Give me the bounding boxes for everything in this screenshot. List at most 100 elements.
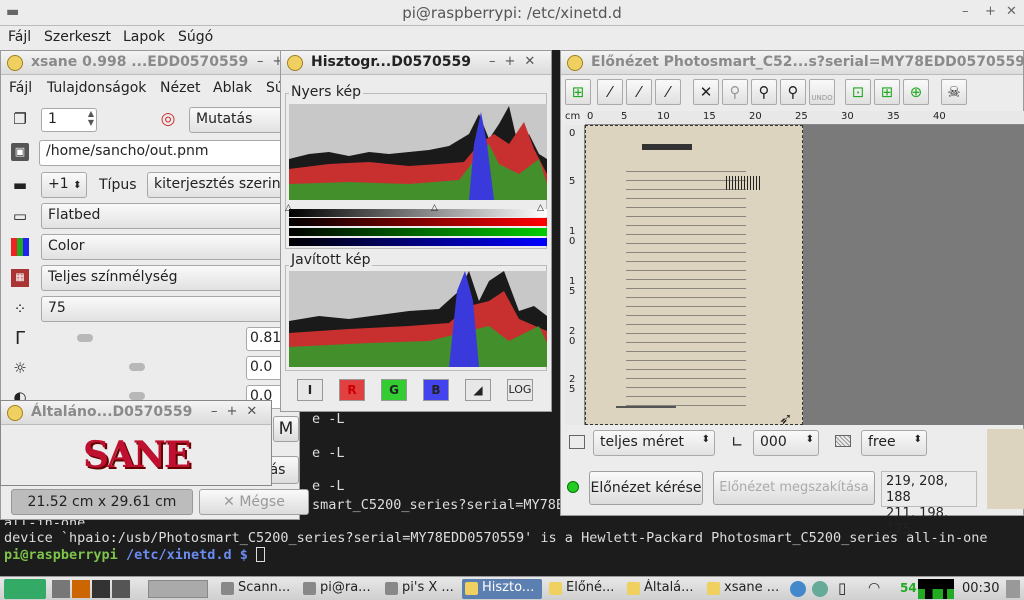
status-led-icon	[567, 481, 579, 493]
gamma-slider[interactable]	[77, 334, 93, 342]
undo-button[interactable]: UNDO	[809, 79, 835, 105]
histogram-titlebar[interactable]: Hisztogr...D0570559 –+✕	[281, 51, 551, 75]
ruler-tick: 20	[749, 111, 762, 122]
cancel-label: Mégse	[239, 494, 285, 510]
type-label: Típus	[99, 177, 137, 193]
gray-point-handle[interactable]: △	[431, 203, 438, 213]
info-titlebar[interactable]: Általáno...D0570559 –+✕	[1, 401, 271, 425]
white-point-handle[interactable]: △	[537, 203, 544, 213]
chrome-icon[interactable]	[812, 581, 828, 597]
task-label: Előné...	[566, 580, 615, 595]
acquire-preview-button[interactable]: Előnézet kérése	[589, 471, 703, 505]
file-manager-icon[interactable]	[52, 580, 70, 598]
copies-spinner[interactable]: 1 ▲ ▼	[41, 108, 97, 132]
magnifier-icon: ⚲	[758, 83, 770, 101]
rotation-combo[interactable]: 000 ⬍	[753, 430, 819, 456]
task-icon	[303, 582, 316, 595]
source-combo[interactable]: Flatbed	[41, 203, 301, 229]
menu-edit[interactable]: Szerkeszt	[44, 29, 111, 45]
desktop-pager[interactable]	[148, 580, 208, 598]
task-terminal[interactable]: pi@ra...	[300, 579, 376, 599]
delete-preview-button[interactable]: ☠	[941, 79, 967, 105]
m-button[interactable]: M	[273, 416, 299, 442]
window-buttons[interactable]: –+✕	[489, 54, 544, 69]
select-area-button[interactable]: ⊞	[565, 79, 591, 105]
color-mode-combo[interactable]: Color	[41, 234, 301, 260]
zoom-area-button[interactable]: ⚲	[780, 79, 806, 105]
task-xsane[interactable]: xsane ...	[704, 579, 784, 599]
aspect-ratio-combo[interactable]: free ⬍	[861, 430, 927, 456]
green-toggle[interactable]: G	[381, 379, 407, 401]
black-point-handle[interactable]: △	[285, 203, 292, 213]
ruler-tick: 0	[569, 128, 576, 139]
menu-view[interactable]: Nézet	[160, 80, 201, 96]
task-icon	[707, 582, 720, 595]
bit-depth-combo[interactable]: Teljes színmélység	[41, 265, 301, 291]
pipette-white-button[interactable]: ⁄	[597, 79, 623, 105]
pipette-gray-button[interactable]: ⁄	[626, 79, 652, 105]
prompt-user: pi@raspberrypi	[4, 547, 118, 563]
menu-preferences[interactable]: Tulajdonságok	[47, 80, 146, 96]
menu-tabs[interactable]: Lapok	[123, 29, 165, 45]
xsane-titlebar[interactable]: xsane 0.998 ...EDD0570559 –+	[1, 51, 299, 75]
task-scanner[interactable]: Scann...	[218, 579, 296, 599]
preset-area-icon	[569, 435, 585, 449]
terminal-launcher-icon[interactable]	[92, 580, 110, 598]
menu-window[interactable]: Ablak	[213, 80, 252, 96]
expand-button[interactable]: ⊕	[903, 79, 929, 105]
terminal-title: pi@raspberrypi: /etc/xinetd.d	[402, 4, 622, 22]
type-combo[interactable]: kiterjesztés szerint	[147, 172, 301, 198]
clock: 00:30	[962, 581, 1000, 596]
close-icon[interactable]: ✕	[1006, 4, 1017, 19]
xsane-app-icon	[7, 55, 23, 71]
task-histogram[interactable]: Hiszto...	[462, 579, 542, 599]
network-globe-icon[interactable]	[790, 581, 806, 597]
logout-icon[interactable]	[1006, 580, 1020, 598]
pixel-mode-toggle[interactable]: ◢	[465, 379, 491, 401]
task-info[interactable]: Általá...	[624, 579, 700, 599]
menu-file[interactable]: Fájl	[8, 29, 31, 45]
filename-step-combo[interactable]: +1 ⬍	[41, 172, 87, 198]
ruler-tick: 0	[587, 111, 594, 122]
crosshair-icon: ⊞	[571, 83, 585, 101]
cancel-preview-button[interactable]: Előnézet megszakítása	[713, 471, 875, 505]
terminal-titlebar[interactable]: pi@raspberrypi: /etc/xinetd.d ▬ – + ✕	[0, 0, 1024, 26]
pipette-black-button[interactable]: ⁄	[655, 79, 681, 105]
zoom-in-button[interactable]: ⚲	[751, 79, 777, 105]
ruler-tick: 20	[569, 326, 576, 347]
save-disk-icon: ▣	[11, 143, 29, 161]
size-display: 21.52 cm x 29.61 cm	[11, 489, 193, 515]
filename-field[interactable]: /home/sancho/out.pnm	[39, 140, 301, 166]
log-toggle[interactable]: LOG	[507, 379, 533, 401]
red-toggle[interactable]: R	[339, 379, 365, 401]
preview-canvas[interactable]: ➶	[585, 125, 1024, 428]
pipette-icon: ⁄	[608, 83, 612, 101]
resolution-combo[interactable]: 75	[41, 296, 301, 322]
zoom-out-button[interactable]: ⚲	[722, 79, 748, 105]
battery-icon[interactable]: ▯	[838, 579, 846, 597]
minimize-icon[interactable]: –	[962, 4, 969, 19]
select-full-button[interactable]: ⊞	[874, 79, 900, 105]
menu-launcher-icon[interactable]	[4, 579, 46, 599]
cancel-button[interactable]: ✕ Mégse	[199, 489, 309, 515]
menu-file[interactable]: Fájl	[9, 80, 32, 96]
preset-size-combo[interactable]: teljes méret ⬍	[593, 430, 715, 456]
task-x-desktop[interactable]: pi's X ...	[382, 579, 460, 599]
intensity-toggle[interactable]: I	[297, 379, 323, 401]
zoom-none-button[interactable]: ✕	[693, 79, 719, 105]
wifi-icon[interactable]: ◠	[868, 580, 880, 596]
menu-help[interactable]: Súgó	[178, 29, 213, 45]
window-buttons[interactable]: –+✕	[211, 404, 266, 419]
app-icon[interactable]	[112, 580, 130, 598]
ruler-tick: 25	[795, 111, 808, 122]
ruler-tick: 25	[569, 374, 576, 395]
task-preview[interactable]: Előné...	[546, 579, 618, 599]
terminal-cursor	[256, 547, 266, 562]
browser-icon[interactable]	[72, 580, 90, 598]
maximize-icon[interactable]: +	[985, 4, 996, 19]
contrast-slider[interactable]	[129, 392, 145, 400]
preview-titlebar[interactable]: Előnézet Photosmart_C52...s?serial=MY78E…	[561, 51, 1024, 75]
blue-toggle[interactable]: B	[423, 379, 449, 401]
autoselect-button[interactable]: ⊡	[845, 79, 871, 105]
brightness-slider[interactable]	[129, 363, 145, 371]
